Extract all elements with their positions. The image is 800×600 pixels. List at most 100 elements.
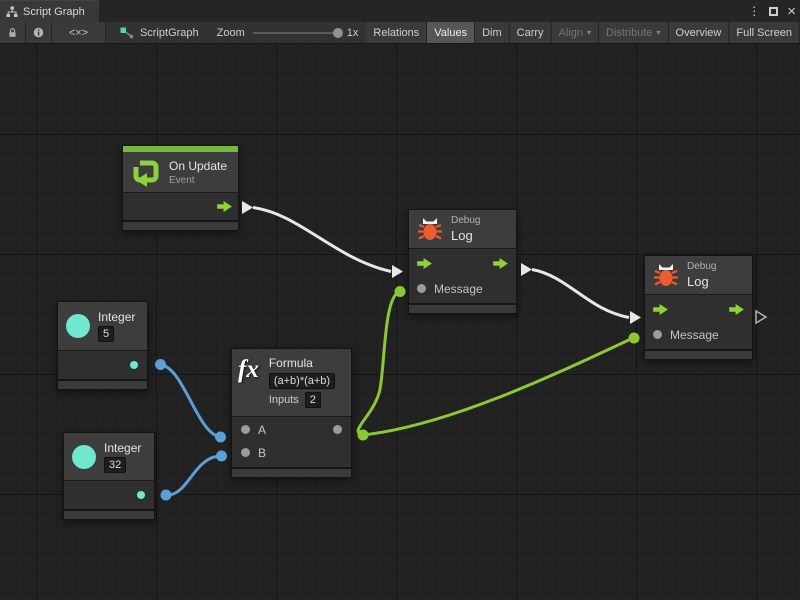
message-input-row: Message [645,324,752,349]
wire-arrow [630,311,641,324]
graph-toolbar: <×> ScriptGraph Zoom 1x Relations Values… [0,22,800,44]
input-b-row: B [232,442,351,467]
value-output-port[interactable] [130,361,138,369]
node-footer [58,379,147,389]
lock-icon [7,26,18,39]
port-label: Message [434,282,483,296]
node-category: Debug [451,215,480,226]
wire-value-int2-to-b[interactable] [166,456,221,495]
integer-value-field[interactable]: 32 [104,457,126,473]
graph-canvas[interactable]: On Update Event [0,44,800,600]
wire-arrow [392,265,403,278]
window-menu-icon[interactable]: ⋮ [748,4,760,18]
zoom-slider[interactable] [253,32,339,34]
node-integer-2[interactable]: Integer 32 [63,432,155,520]
window-controls: ⋮ × [748,0,796,22]
value-output-row [64,481,154,509]
value-output-row [58,351,147,379]
tab-script-graph[interactable]: Script Graph [0,0,99,22]
port-label: B [258,446,266,460]
fullscreen-button[interactable]: Full Screen [729,22,800,43]
node-footer [409,303,516,313]
wire-arrow [521,263,532,276]
node-header[interactable]: fx Formula (a+b)*(a+b) Inputs 2 [232,349,351,417]
port-label: A [258,423,266,437]
wire-endpoint [161,490,172,501]
zoom-slider-handle[interactable] [333,28,343,38]
wire-endpoint [216,451,227,462]
flow-input-port[interactable] [417,258,432,269]
tab-title: Script Graph [23,6,85,18]
node-category: Debug [687,261,716,272]
message-input-port[interactable] [653,330,662,339]
node-footer [645,349,752,359]
wire-value-formula-to-log2[interactable] [363,338,633,435]
flow-output-port[interactable] [493,258,508,269]
zoom-value: 1x [347,27,359,39]
formula-expression-field[interactable]: (a+b)*(a+b) [269,373,335,389]
relations-button[interactable]: Relations [366,22,427,43]
node-header[interactable]: Integer 32 [64,433,154,481]
wire-value-formula-to-log1[interactable] [358,292,399,435]
chevron-down-icon: ▾ [657,28,661,37]
node-title: Log [687,274,716,289]
flow-row [409,249,516,278]
input-b-port[interactable] [241,448,250,457]
align-dropdown[interactable]: Align ▾ [552,22,599,43]
wire-endpoint [358,430,369,441]
maximize-icon[interactable] [769,7,778,16]
node-formula[interactable]: fx Formula (a+b)*(a+b) Inputs 2 A [231,348,352,478]
node-header[interactable]: On Update Event [123,152,238,193]
node-on-update[interactable]: On Update Event [122,145,239,231]
bug-icon [417,216,443,242]
inputs-count-field[interactable]: 2 [305,392,321,408]
breadcrumb[interactable]: ScriptGraph [106,22,209,43]
wire-flow-log1-to-log2[interactable] [532,270,629,318]
wire-flow-onupdate-to-log1[interactable] [253,208,391,272]
integer-value-field[interactable]: 5 [98,326,114,342]
distribute-label: Distribute [606,27,652,39]
node-title: Integer [98,310,135,324]
wire-value-int1-to-a[interactable] [161,365,221,438]
node-header[interactable]: Debug Log [409,210,516,249]
info-icon [33,26,44,39]
message-input-port[interactable] [417,284,426,293]
node-header[interactable]: Integer 5 [58,302,147,351]
integer-type-icon [66,314,90,338]
flow-input-port[interactable] [653,304,668,315]
script-graph-asset-icon [120,27,134,39]
unity-visual-scripting-window: Script Graph ⋮ × <×> [0,0,800,600]
flow-output-port[interactable] [729,304,744,315]
integer-type-icon [72,445,96,469]
chevron-down-icon: ▾ [587,28,591,37]
node-title: Log [451,228,480,243]
flow-output-row [123,193,238,220]
info-button[interactable] [26,22,52,43]
input-a-port[interactable] [241,425,250,434]
overview-button[interactable]: Overview [669,22,730,43]
values-button[interactable]: Values [427,22,475,43]
carry-button[interactable]: Carry [510,22,552,43]
node-header[interactable]: Debug Log [645,256,752,295]
code-preview-button[interactable]: <×> [52,22,106,43]
flow-output-port[interactable] [217,201,232,212]
lock-button[interactable] [0,22,26,43]
result-output-port[interactable] [333,425,342,434]
value-output-port[interactable] [137,491,145,499]
unconnected-flow-arrow [756,311,766,323]
distribute-dropdown[interactable]: Distribute ▾ [599,22,668,43]
breadcrumb-label: ScriptGraph [140,27,199,39]
node-footer [232,467,351,477]
zoom-control: Zoom 1x [209,22,367,43]
close-icon[interactable]: × [787,4,796,19]
wire-endpoint [395,286,406,297]
dim-button[interactable]: Dim [475,22,510,43]
port-label: Message [670,328,719,342]
node-subtitle: Event [169,175,227,186]
flow-row [645,295,752,324]
node-debug-log-2[interactable]: Debug Log Message [644,255,753,360]
node-debug-log-1[interactable]: Debug Log Message [408,209,517,314]
node-footer [64,509,154,519]
bug-icon [653,262,679,288]
node-integer-1[interactable]: Integer 5 [57,301,148,390]
